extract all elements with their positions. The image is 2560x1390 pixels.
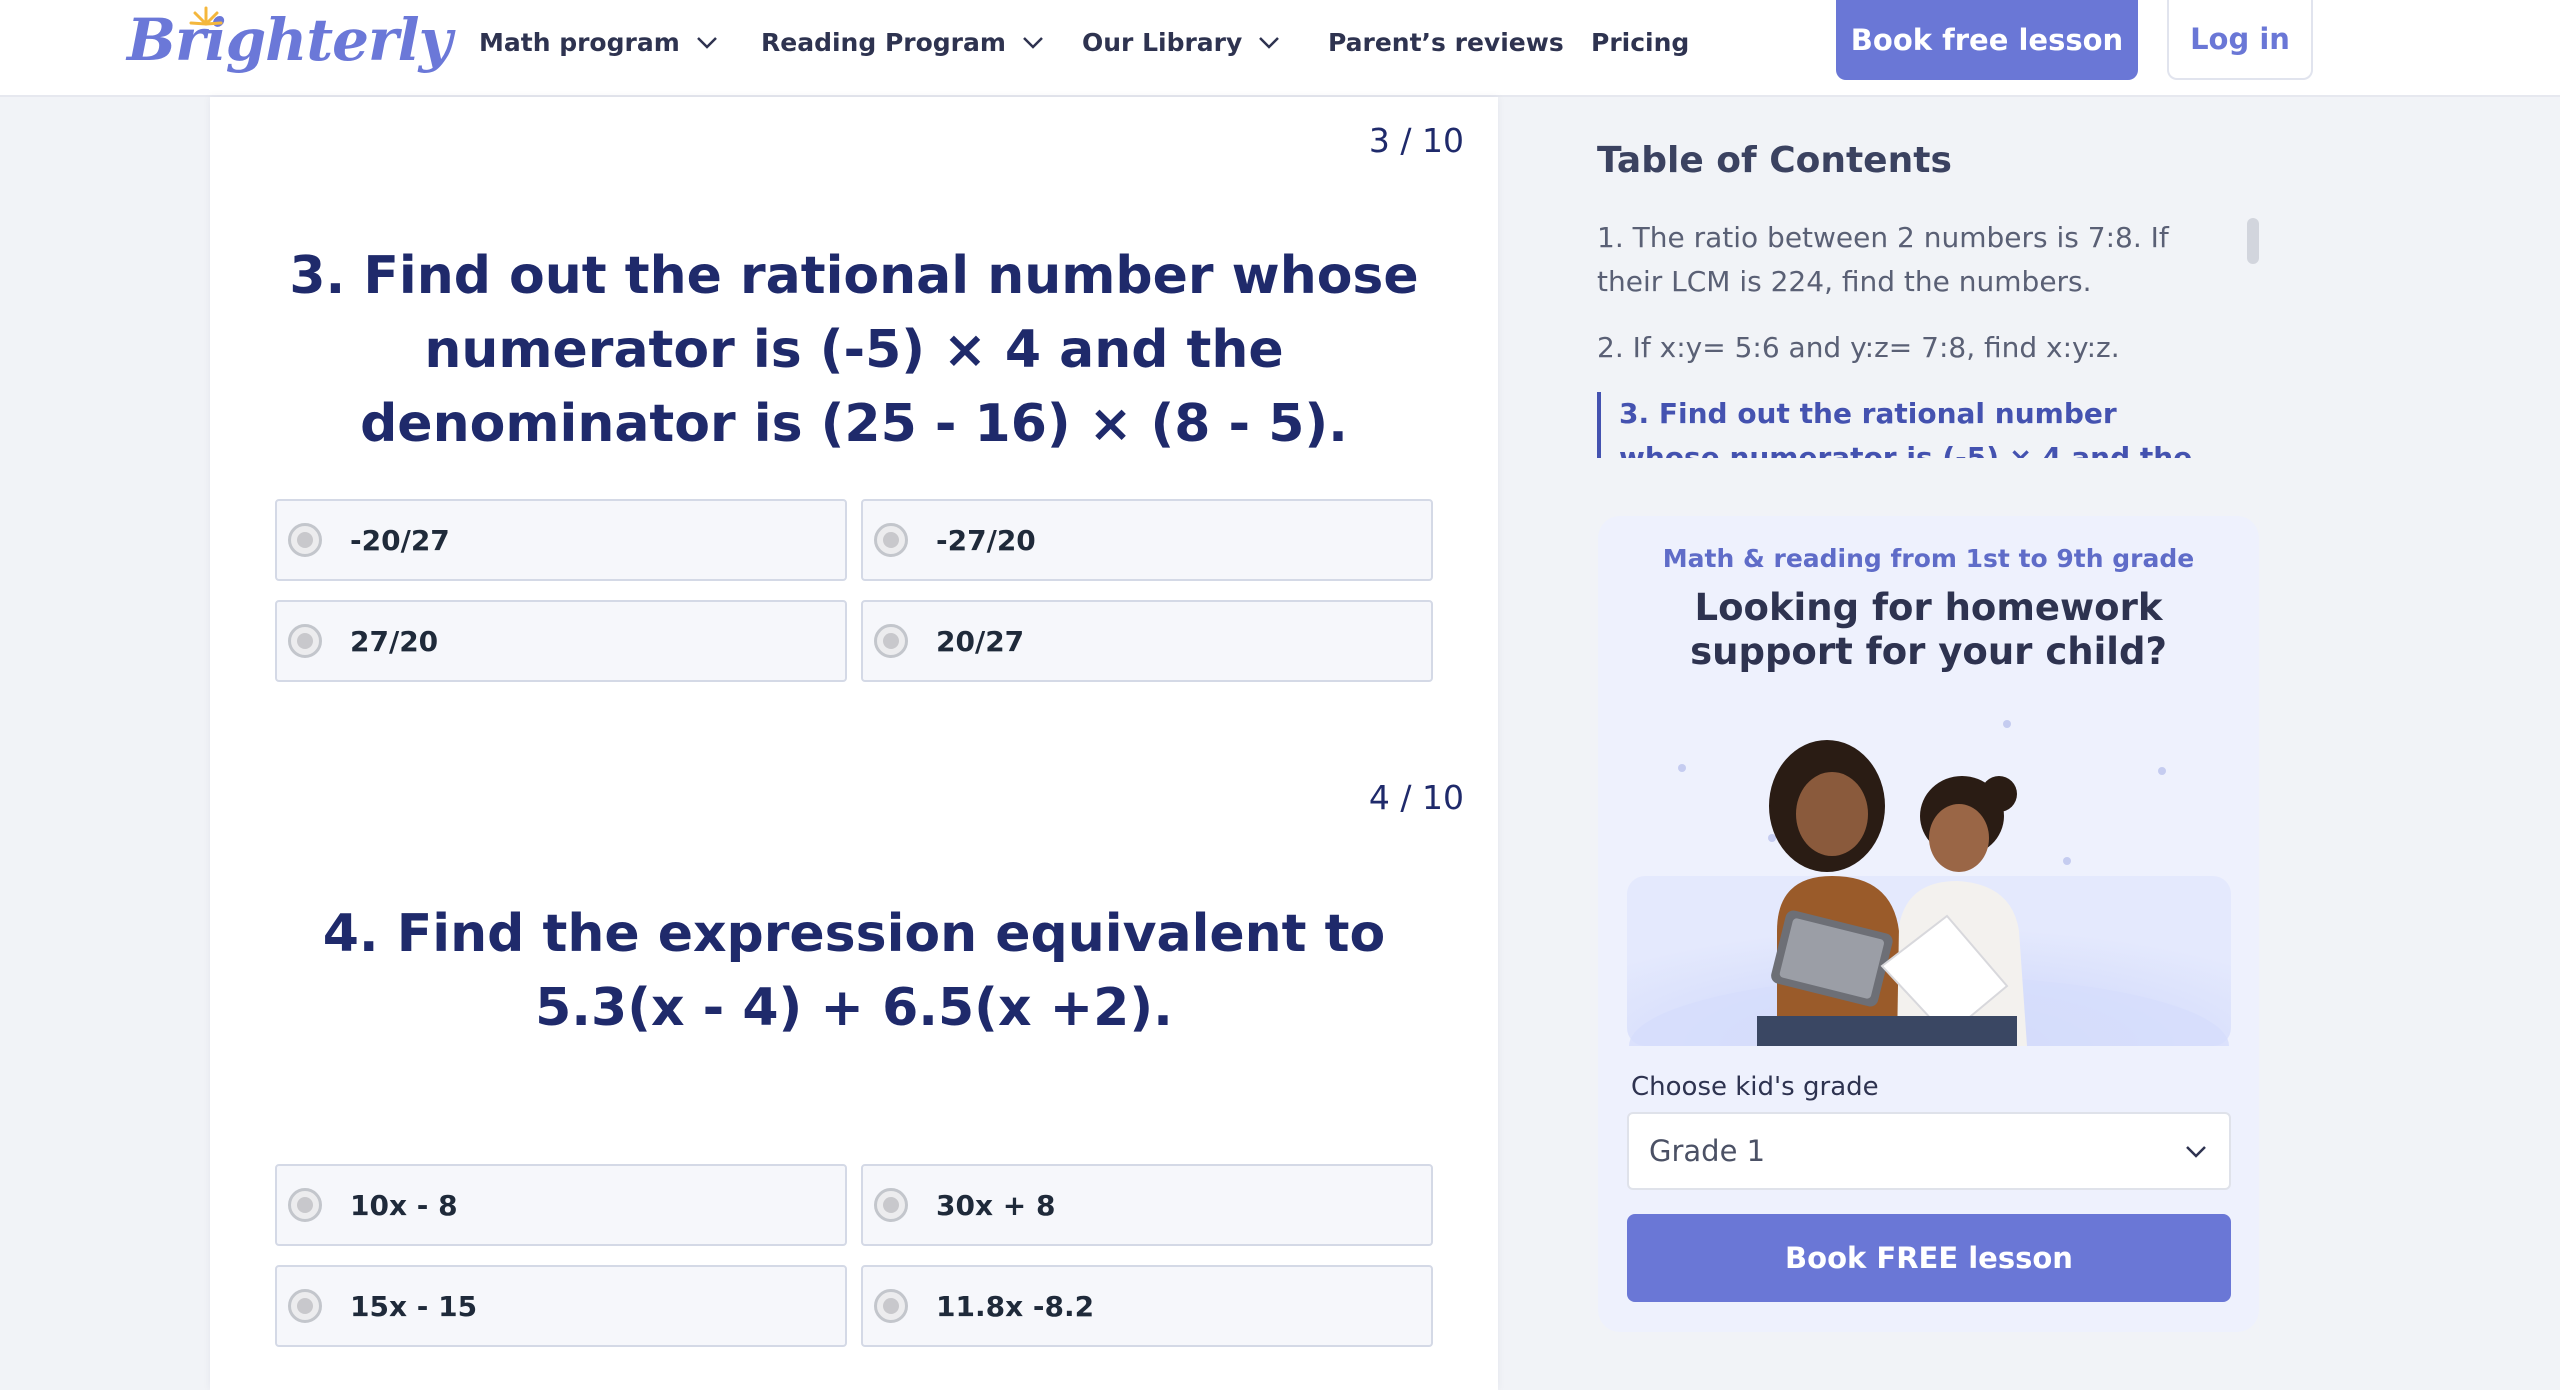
option-label: 15x - 15	[350, 1289, 478, 1323]
answer-option[interactable]: 11.8x -8.2	[861, 1265, 1433, 1347]
option-label: 30x + 8	[936, 1188, 1056, 1222]
option-label: 27/20	[350, 624, 439, 658]
option-label: -27/20	[936, 523, 1036, 557]
question-text: 3. Find out the rational number whose nu…	[289, 246, 1419, 454]
option-label: 10x - 8	[350, 1188, 458, 1222]
nav-label: Our Library	[1082, 27, 1243, 57]
chevron-down-icon	[1259, 37, 1280, 49]
nav-reading-program[interactable]: Reading Program	[761, 22, 1046, 62]
radio-button[interactable]	[874, 523, 908, 557]
radio-button[interactable]	[288, 624, 322, 658]
nav-our-library[interactable]: Our Library	[1082, 22, 1282, 62]
answer-option[interactable]: 15x - 15	[275, 1265, 847, 1347]
radio-button[interactable]	[874, 1289, 908, 1323]
toc-item-active[interactable]: 3. Find out the rational number whose nu…	[1597, 392, 2197, 458]
nav-label: Parent’s reviews	[1328, 27, 1564, 57]
grade-label: Choose kid's grade	[1631, 1072, 1879, 1102]
option-label: 11.8x -8.2	[936, 1289, 1095, 1323]
promo-subtitle: Math & reading from 1st to 9th grade	[1662, 544, 2195, 573]
question-counter: 3 / 10	[1368, 121, 1464, 160]
nav-math-program[interactable]: Math program	[479, 22, 720, 62]
logo-text: Brighterly	[127, 6, 452, 74]
nav-pricing[interactable]: Pricing	[1591, 22, 1689, 62]
chevron-down-icon	[696, 37, 717, 49]
answer-option[interactable]: 27/20	[275, 600, 847, 682]
nav-label: Math program	[479, 27, 680, 57]
grade-select[interactable]: Grade 1	[1627, 1112, 2231, 1190]
radio-button[interactable]	[288, 1188, 322, 1222]
option-label: 20/27	[936, 624, 1025, 658]
book-free-lesson-button[interactable]: Book free lesson	[1836, 0, 2138, 80]
option-label: -20/27	[350, 523, 450, 557]
question-text: 4. Find the expression equivalent to 5.3…	[322, 904, 1386, 1038]
radio-button[interactable]	[288, 1289, 322, 1323]
answer-option[interactable]: -27/20	[861, 499, 1433, 581]
nav-label: Pricing	[1591, 27, 1690, 57]
nav-label: Reading Program	[761, 27, 1006, 57]
toc-item[interactable]: 1. The ratio between 2 numbers is 7:8. I…	[1597, 216, 2197, 304]
nav-parents-reviews[interactable]: Parent’s reviews	[1328, 22, 1564, 62]
answer-option[interactable]: 10x - 8	[275, 1164, 847, 1246]
chevron-down-icon	[1023, 37, 1043, 49]
question-counter: 4 / 10	[1368, 778, 1464, 817]
answer-option[interactable]: 30x + 8	[861, 1164, 1433, 1246]
login-button[interactable]: Log in	[2167, 0, 2313, 80]
toc-list[interactable]: 1. The ratio between 2 numbers is 7:8. I…	[1597, 206, 2227, 458]
quiz-column: 3 / 10 3. Find out the rational number w…	[210, 97, 1498, 1390]
answer-option[interactable]: 20/27	[861, 600, 1433, 682]
brighterly-logo[interactable]: Brighterly	[127, 4, 452, 76]
toc-title: Table of Contents	[1597, 140, 1952, 181]
promo-heading: Looking for homework support for your ch…	[1690, 586, 2167, 673]
book-free-lesson-promo-button[interactable]: Book FREE lesson	[1627, 1214, 2231, 1302]
toc-scrollbar[interactable]	[2247, 218, 2259, 264]
site-header: Brighterly Math program Reading Program …	[0, 0, 2560, 97]
answer-option[interactable]: -20/27	[275, 499, 847, 581]
chevron-down-icon	[2186, 1146, 2206, 1158]
radio-button[interactable]	[874, 1188, 908, 1222]
grade-select-value: Grade 1	[1649, 1134, 1766, 1168]
toc-item[interactable]: 2. If x:y= 5:6 and y:z= 7:8, find x:y:z.	[1597, 326, 2197, 370]
promo-card: Math & reading from 1st to 9th grade Loo…	[1598, 516, 2259, 1332]
radio-button[interactable]	[288, 523, 322, 557]
mother-daughter-reading-illustration	[1627, 720, 2231, 1046]
radio-button[interactable]	[874, 624, 908, 658]
sun-icon	[189, 6, 223, 26]
